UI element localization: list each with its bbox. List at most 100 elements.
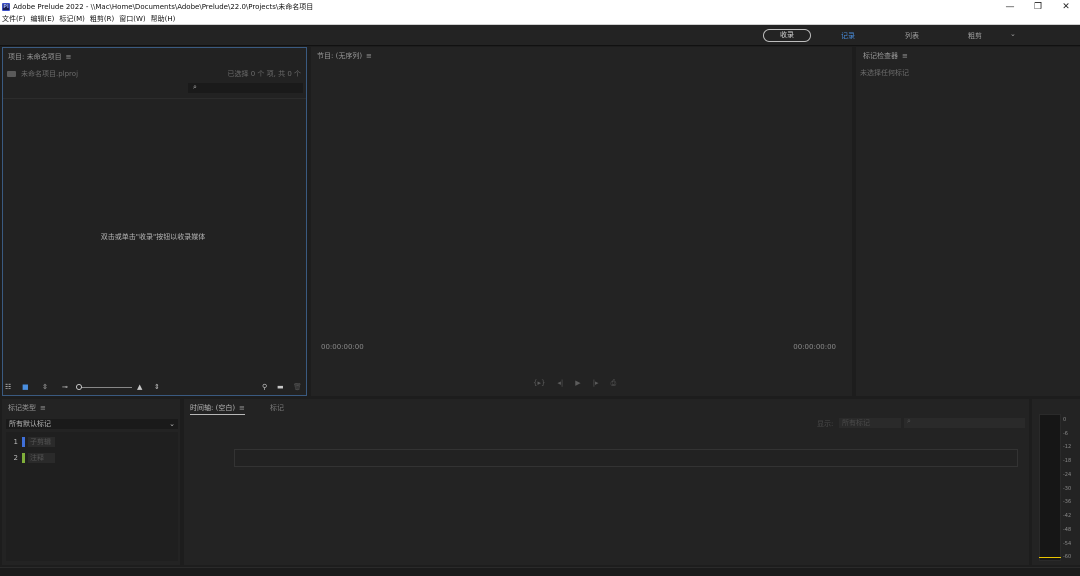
tab-markers[interactable]: 标记 — [270, 403, 284, 413]
marker-color-swatch — [22, 453, 25, 463]
timecode-duration: 00:00:00:00 — [793, 343, 836, 351]
close-button[interactable]: ✕ — [1052, 0, 1080, 13]
workspace-tab-rough-cut[interactable]: 粗剪 — [968, 31, 982, 41]
timeline-panel: 时间轴: (空白) ≡ 标记 显示: 所有标记 ⌕ — [184, 399, 1029, 565]
zoom-slider-track[interactable] — [80, 387, 132, 388]
transport-controls: {▸} ◂| ▶ |▸ ⎙ — [533, 379, 616, 388]
marker-type-title-text: 标记类型 — [8, 404, 36, 412]
marker-type-label: 注释 — [28, 453, 55, 463]
meter-tick: -24 — [1063, 472, 1072, 478]
project-file-name: 未命名项目.plproj — [21, 70, 79, 78]
audio-peak-indicator — [1039, 557, 1061, 558]
audio-meter-panel: 0 -6 -12 -18 -24 -30 -36 -42 -48 -54 -60 — [1032, 399, 1080, 565]
marker-type-title: 标记类型 ≡ — [8, 403, 46, 413]
selection-count: 已选择 0 个 项, 共 0 个 — [227, 70, 301, 78]
show-label: 显示: — [817, 420, 834, 428]
step-forward-icon[interactable]: |▸ — [593, 379, 599, 388]
meter-tick: 0 — [1063, 417, 1067, 423]
workspace-bar: 收录 记录 列表 粗剪 ⌄ — [0, 25, 1080, 46]
folder-icon — [7, 71, 16, 77]
project-panel-title-text: 项目: 未命名项目 — [8, 53, 62, 61]
program-panel-title-text: 节目: (无序列) — [317, 52, 363, 60]
window-controls: — ❐ ✕ — [996, 0, 1080, 13]
marker-inspector-title-text: 标记检查器 — [863, 52, 898, 60]
export-frame-icon[interactable]: ⎙ — [611, 379, 617, 388]
show-filter-select[interactable]: 所有标记 — [839, 418, 901, 428]
zoom-in-icon[interactable]: ▲ — [137, 383, 142, 391]
meter-tick: -60 — [1063, 554, 1072, 560]
search-icon: ⌕ — [907, 417, 911, 425]
project-file-row[interactable]: 未命名项目.plproj — [7, 69, 78, 79]
meter-tick: -12 — [1063, 444, 1072, 450]
timecode-current[interactable]: 00:00:00:00 — [321, 343, 364, 351]
meter-tick: -54 — [1063, 541, 1072, 547]
marker-type-panel: 标记类型 ≡ 所有默认标记 ⌄ 1 子剪辑 2 注释 — [2, 399, 180, 565]
timeline-search-input[interactable]: ⌕ — [904, 417, 1025, 428]
marker-inspector-title: 标记检查器 ≡ — [863, 51, 908, 61]
audio-meter-channels — [1039, 414, 1061, 561]
status-bar — [0, 567, 1080, 576]
project-toolbar: ☷ ■ ⇳ ⊸ ▲ ⇕ ⚲ ▬ 🗑 — [3, 379, 306, 395]
menu-rough-cut[interactable]: 粗剪(R) — [88, 14, 117, 24]
list-view-icon[interactable]: ☷ — [5, 383, 11, 391]
panel-menu-icon[interactable]: ≡ — [902, 52, 908, 60]
zoom-slider-handle[interactable] — [76, 384, 82, 390]
marker-type-label: 子剪辑 — [28, 437, 55, 447]
title-bar: Pl Adobe Prelude 2022 - \\Mac\Home\Docum… — [0, 0, 1080, 13]
go-to-in-icon[interactable]: {▸} — [533, 379, 545, 388]
zoom-out-icon[interactable]: ⊸ — [62, 383, 68, 391]
menu-bar: 文件(F) 编辑(E) 标记(M) 粗剪(R) 窗口(W) 帮助(H) — [0, 13, 1080, 25]
marker-type-list: 1 子剪辑 2 注释 — [6, 432, 178, 561]
search-bins-icon[interactable]: ⚲ — [262, 383, 267, 391]
sort-icon[interactable]: ⇕ — [154, 383, 160, 391]
marker-type-item[interactable]: 1 子剪辑 — [6, 436, 55, 448]
project-panel: 项目: 未命名项目 ≡ 未命名项目.plproj 已选择 0 个 项, 共 0 个… — [2, 47, 307, 396]
play-icon[interactable]: ▶ — [575, 379, 580, 388]
prelude-app-icon: Pl — [2, 2, 10, 11]
meter-tick: -6 — [1063, 431, 1068, 437]
menu-help[interactable]: 帮助(H) — [149, 14, 179, 24]
tab-timeline-label: 时间轴: (空白) — [190, 404, 236, 412]
project-search-input[interactable]: ⌕ — [188, 83, 303, 93]
panel-menu-icon[interactable]: ≡ — [40, 404, 46, 412]
restore-button[interactable]: ❐ — [1024, 0, 1052, 13]
menu-window[interactable]: 窗口(W) — [117, 14, 148, 24]
freeform-view-icon[interactable]: ⇳ — [42, 383, 48, 391]
ingest-button[interactable]: 收录 — [763, 29, 811, 42]
marker-filter-select[interactable]: 所有默认标记 ⌄ — [6, 419, 178, 429]
step-back-icon[interactable]: ◂| — [557, 379, 563, 388]
workspaces-more-icon[interactable]: ⌄ — [1010, 30, 1016, 38]
chevron-down-icon: ⌄ — [169, 420, 175, 428]
delete-icon[interactable]: 🗑 — [293, 383, 302, 391]
meter-tick: -18 — [1063, 458, 1072, 464]
workspace-tab-log[interactable]: 记录 — [841, 31, 855, 41]
search-icon: ⌕ — [193, 83, 197, 91]
window-title: Adobe Prelude 2022 - \\Mac\Home\Document… — [13, 2, 314, 11]
marker-inspector-panel: 标记检查器 ≡ 未选择任何标记 — [856, 47, 1080, 396]
icon-view-icon[interactable]: ■ — [22, 383, 29, 391]
meter-tick: -42 — [1063, 513, 1072, 519]
meter-tick: -48 — [1063, 527, 1072, 533]
divider — [3, 98, 306, 99]
panel-menu-icon[interactable]: ≡ — [239, 404, 245, 412]
marker-type-number: 1 — [13, 438, 18, 446]
marker-color-swatch — [22, 437, 25, 447]
meter-tick: -30 — [1063, 486, 1072, 492]
panel-menu-icon[interactable]: ≡ — [66, 53, 72, 61]
meter-tick: -36 — [1063, 499, 1072, 505]
marker-type-number: 2 — [13, 454, 18, 462]
panel-menu-icon[interactable]: ≡ — [366, 52, 372, 60]
tab-timeline[interactable]: 时间轴: (空白) ≡ — [190, 403, 245, 415]
menu-marker[interactable]: 标记(M) — [57, 14, 88, 24]
program-panel-title: 节目: (无序列) ≡ — [317, 51, 372, 61]
program-monitor-panel: 节目: (无序列) ≡ 00:00:00:00 00:00:00:00 {▸} ◂… — [311, 47, 852, 396]
minimize-button[interactable]: — — [996, 0, 1024, 13]
workspace-tab-list[interactable]: 列表 — [905, 31, 919, 41]
timeline-track[interactable] — [234, 449, 1018, 467]
marker-type-item[interactable]: 2 注释 — [6, 452, 55, 464]
project-panel-title: 项目: 未命名项目 ≡ — [8, 52, 71, 62]
marker-filter-value: 所有默认标记 — [9, 420, 51, 428]
menu-edit[interactable]: 编辑(E) — [29, 14, 58, 24]
menu-file[interactable]: 文件(F) — [0, 14, 29, 24]
new-bin-icon[interactable]: ▬ — [277, 383, 284, 391]
